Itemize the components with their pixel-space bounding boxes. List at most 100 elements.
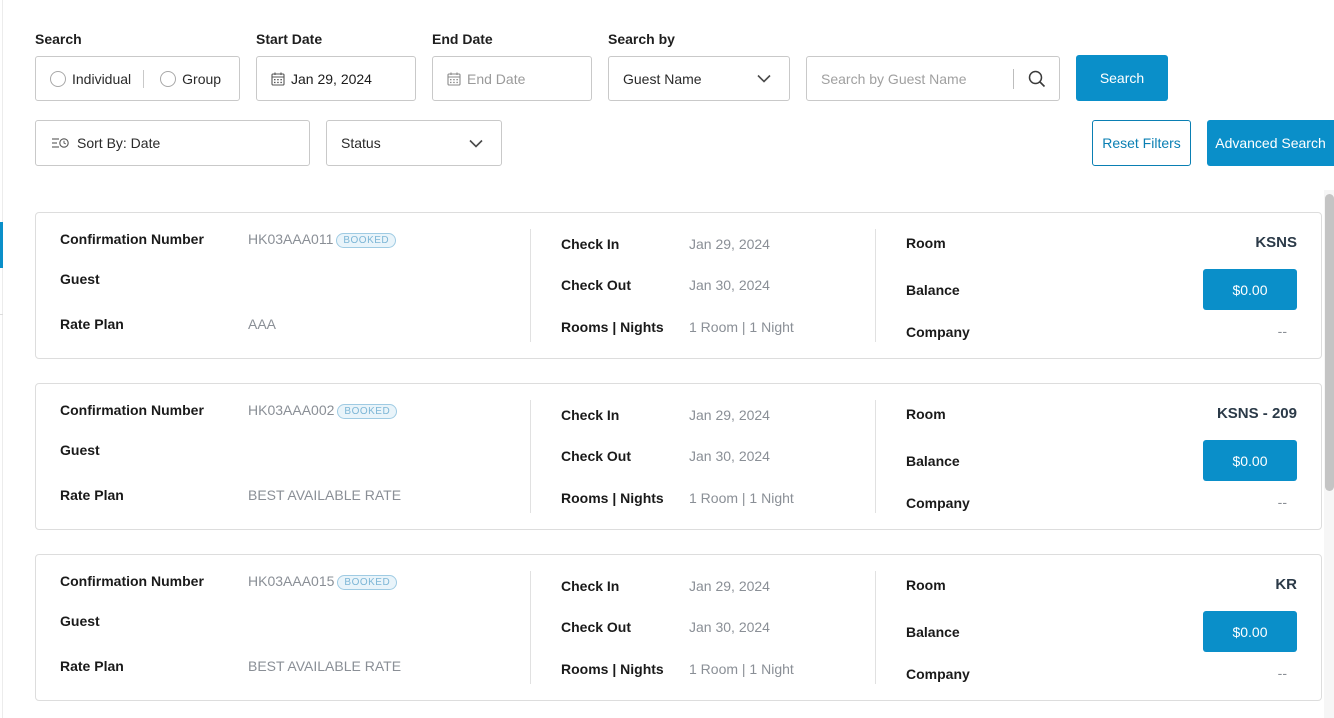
card-column-divider	[530, 400, 531, 513]
rate-plan-label: Rate Plan	[60, 487, 124, 503]
confirmation-number-text: HK03AAA002	[248, 402, 335, 418]
rooms-nights-value: 1 Room | 1 Night	[689, 661, 794, 677]
card-column-divider	[875, 400, 876, 513]
status-select[interactable]: Status	[326, 120, 502, 166]
chevron-down-icon	[757, 74, 771, 83]
balance-button[interactable]: $0.00	[1203, 269, 1297, 310]
radio-separator	[143, 69, 145, 88]
check-out-value: Jan 30, 2024	[689, 619, 770, 635]
check-out-value: Jan 30, 2024	[689, 277, 770, 293]
reset-filters-button[interactable]: Reset Filters	[1092, 120, 1191, 166]
left-edge-border	[0, 0, 3, 718]
balance-label: Balance	[906, 282, 960, 298]
guest-label: Guest	[60, 271, 100, 287]
reservation-card[interactable]: Confirmation Number HK03AAA011 BOOKED Gue…	[35, 212, 1322, 359]
check-out-value: Jan 30, 2024	[689, 448, 770, 464]
room-label: Room	[906, 577, 946, 593]
rate-plan-label: Rate Plan	[60, 658, 124, 674]
end-date-field[interactable]: End Date	[432, 56, 592, 101]
rooms-nights-value: 1 Room | 1 Night	[689, 490, 794, 506]
card-column-divider	[530, 229, 531, 342]
search-type-label: Search	[35, 31, 82, 47]
radio-circle-icon	[50, 70, 66, 87]
guest-label: Guest	[60, 613, 100, 629]
search-type-radio-group: Individual Group	[35, 56, 240, 101]
balance-button[interactable]: $0.00	[1203, 611, 1297, 652]
room-value: KSNS - 209	[1216, 405, 1297, 422]
status-badge: BOOKED	[337, 404, 398, 419]
search-input-divider	[1013, 68, 1014, 89]
start-date-field[interactable]: Jan 29, 2024	[256, 56, 416, 101]
check-in-value: Jan 29, 2024	[689, 407, 770, 423]
check-out-label: Check Out	[561, 277, 632, 293]
sort-by-label: Sort By: Date	[77, 135, 161, 151]
rooms-nights-value: 1 Room | 1 Night	[689, 319, 794, 335]
confirmation-number-text: HK03AAA015	[248, 573, 335, 589]
search-by-value: Guest Name	[623, 70, 702, 87]
rate-plan-value: BEST AVAILABLE RATE	[248, 487, 402, 503]
search-icon[interactable]	[1028, 70, 1046, 88]
room-value: KSNS	[1255, 234, 1297, 251]
check-in-label: Check In	[561, 578, 620, 594]
room-value: KR	[1275, 576, 1297, 593]
rooms-nights-label: Rooms | Nights	[561, 661, 664, 677]
confirmation-number-value: HK03AAA002 BOOKED	[248, 402, 398, 419]
rooms-nights-label: Rooms | Nights	[561, 319, 664, 335]
start-date-label: Start Date	[256, 31, 323, 47]
individual-radio[interactable]: Individual	[50, 70, 132, 87]
check-in-label: Check In	[561, 236, 620, 252]
confirmation-number-value: HK03AAA011 BOOKED	[248, 231, 397, 248]
company-value: --	[1277, 323, 1287, 339]
end-date-label: End Date	[432, 31, 493, 47]
card-column-divider	[875, 571, 876, 684]
balance-button[interactable]: $0.00	[1203, 440, 1297, 481]
room-label: Room	[906, 406, 946, 422]
company-value: --	[1277, 494, 1287, 510]
check-in-value: Jan 29, 2024	[689, 578, 770, 594]
company-label: Company	[906, 495, 970, 511]
balance-label: Balance	[906, 453, 960, 469]
nav-active-indicator	[0, 222, 3, 268]
company-label: Company	[906, 666, 970, 682]
search-by-select[interactable]: Guest Name	[608, 56, 790, 101]
check-in-label: Check In	[561, 407, 620, 423]
confirmation-number-text: HK03AAA011	[248, 231, 334, 247]
calendar-icon	[447, 72, 461, 86]
individual-radio-label: Individual	[72, 70, 132, 87]
sort-clock-icon	[52, 138, 69, 148]
scrollbar-thumb[interactable]	[1325, 194, 1334, 491]
status-badge: BOOKED	[337, 575, 398, 590]
guest-label: Guest	[60, 442, 100, 458]
room-label: Room	[906, 235, 946, 251]
card-column-divider	[875, 229, 876, 342]
check-out-label: Check Out	[561, 619, 632, 635]
guest-search-field	[806, 56, 1060, 101]
group-radio-label: Group	[182, 70, 222, 87]
start-date-value: Jan 29, 2024	[291, 70, 372, 87]
company-label: Company	[906, 324, 970, 340]
company-value: --	[1277, 665, 1287, 681]
confirmation-number-label: Confirmation Number	[60, 231, 204, 247]
reservation-card[interactable]: Confirmation Number HK03AAA002 BOOKED Gue…	[35, 383, 1322, 530]
card-column-divider	[530, 571, 531, 684]
reservation-card[interactable]: Confirmation Number HK03AAA015 BOOKED Gue…	[35, 554, 1322, 701]
advanced-search-button[interactable]: Advanced Search	[1207, 120, 1334, 166]
rate-plan-value: AAA	[248, 316, 277, 332]
end-date-placeholder: End Date	[467, 70, 526, 87]
sort-by-dropdown[interactable]: Sort By: Date	[35, 120, 310, 166]
guest-search-input[interactable]	[821, 70, 1011, 87]
group-radio[interactable]: Group	[160, 70, 222, 87]
rate-plan-label: Rate Plan	[60, 316, 124, 332]
status-badge: BOOKED	[336, 233, 397, 248]
balance-label: Balance	[906, 624, 960, 640]
chevron-down-icon	[469, 139, 483, 148]
calendar-icon	[271, 72, 285, 86]
search-button[interactable]: Search	[1076, 55, 1168, 101]
radio-circle-icon	[160, 70, 177, 87]
nav-divider	[0, 314, 3, 315]
check-out-label: Check Out	[561, 448, 632, 464]
confirmation-number-value: HK03AAA015 BOOKED	[248, 573, 398, 590]
status-select-label: Status	[341, 135, 381, 151]
rate-plan-value: BEST AVAILABLE RATE	[248, 658, 402, 674]
check-in-value: Jan 29, 2024	[689, 236, 770, 252]
